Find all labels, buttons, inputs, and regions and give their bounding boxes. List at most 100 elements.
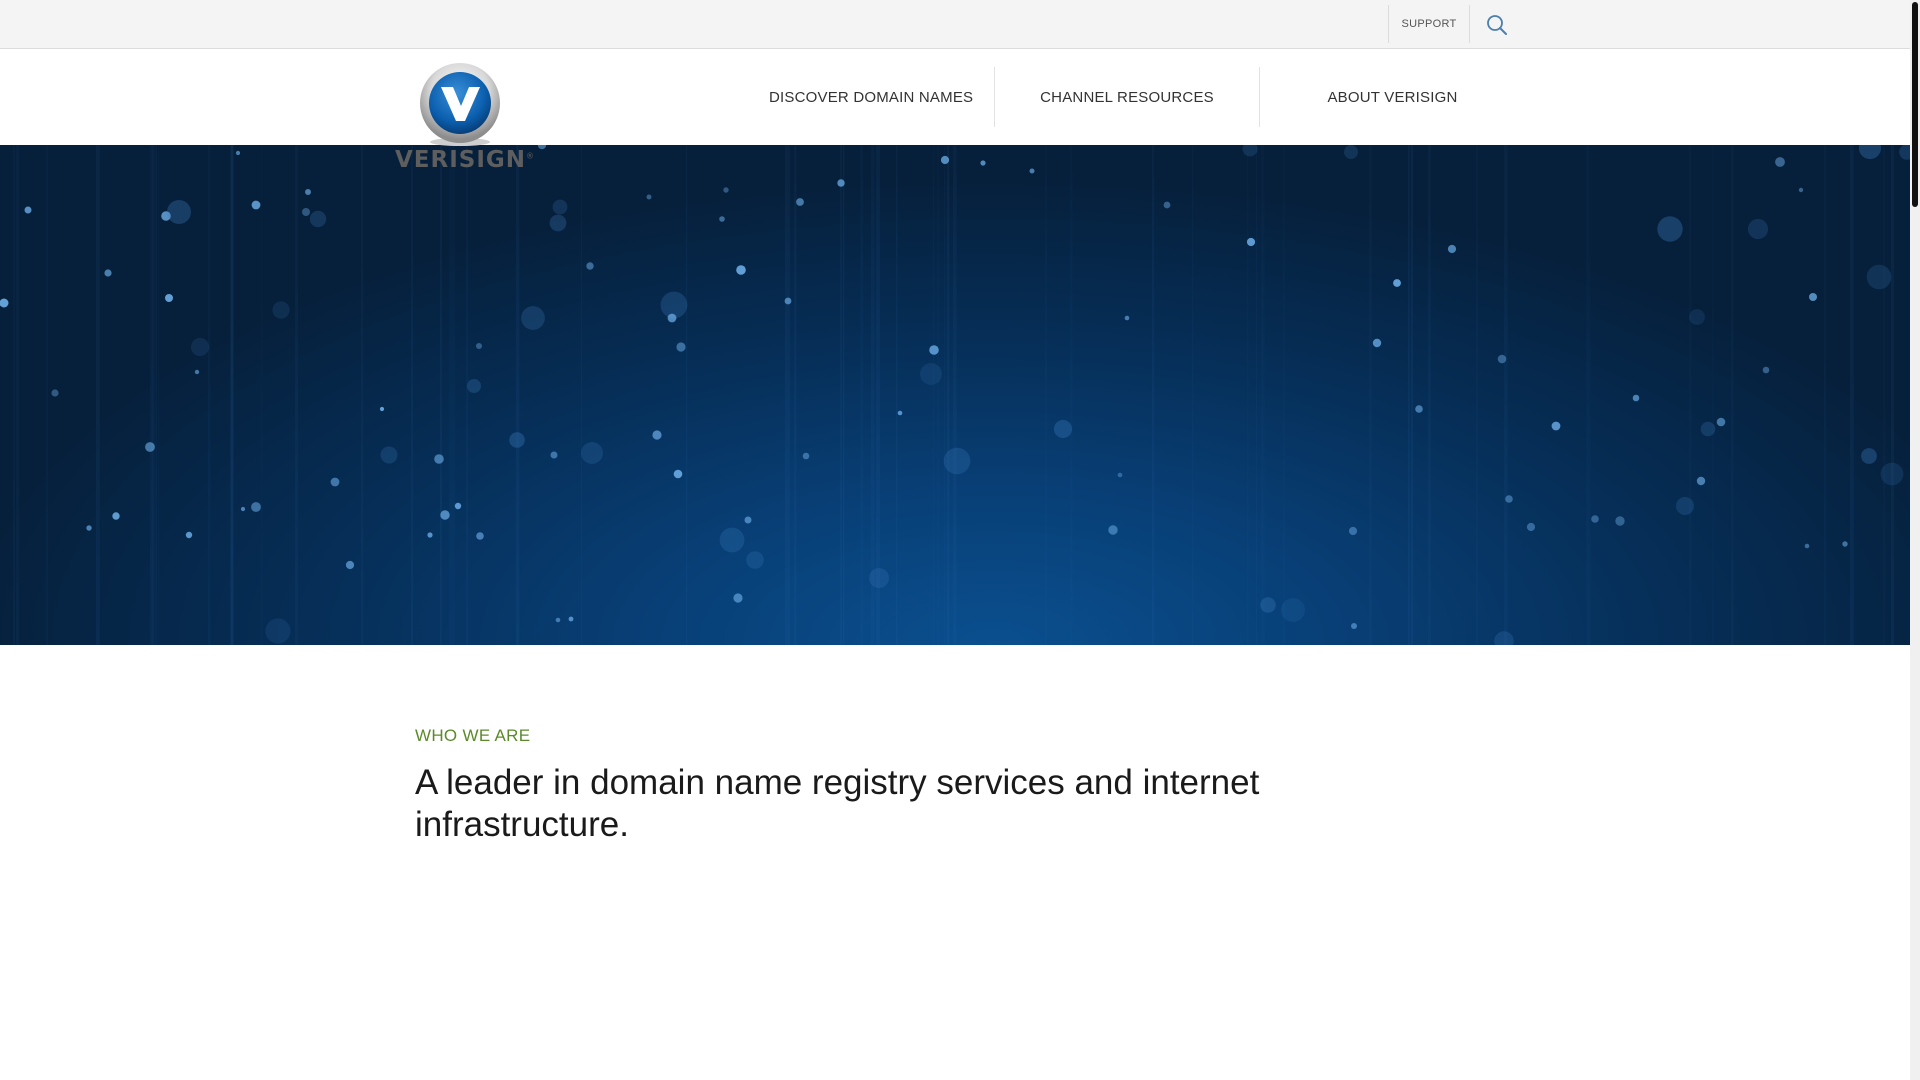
support-link[interactable]: SUPPORT [1388,5,1470,43]
hero-streak [449,145,452,645]
hero-streak [843,145,845,645]
hero-particle [1447,244,1457,254]
hero-particle [537,145,547,150]
hero-particle [1861,448,1877,464]
verisign-logo[interactable]: VERISIGN® [395,61,534,173]
logo-emblem [420,63,500,146]
hero-particle [272,301,290,319]
hero-particle [1494,631,1514,645]
hero-streak [1152,145,1155,645]
hero-particle [345,560,355,570]
hero-particle [427,532,433,538]
primary-nav: DISCOVER DOMAIN NAMES CHANNEL RESOURCES … [727,67,1525,127]
hero-particle [736,265,746,275]
hero-particle [802,452,810,460]
hero-particle [476,532,484,540]
hero-streak [686,145,688,645]
hero-streak [794,145,797,645]
hero-particle [1415,405,1423,413]
page-scrollbar[interactable] [1910,0,1920,1080]
hero-streak [158,145,160,645]
hero-particle [1372,338,1382,348]
hero-streak [156,145,158,645]
hero-streak [896,145,898,645]
hero-particle [897,410,903,416]
hero-particle [185,531,193,539]
hero-particle [940,155,950,165]
hero-particle [380,446,398,464]
hero-particle [784,297,792,305]
hero-streak [46,145,48,645]
hero-particle [1260,597,1276,613]
hero-particle [434,454,444,464]
hero-particle [1657,216,1683,242]
hero-streak [1824,145,1826,645]
nav-item-discover-domain-names[interactable]: DISCOVER DOMAIN NAMES [727,67,995,127]
hero-particle [1615,516,1625,526]
hero-streak [152,145,156,645]
hero-streak [1891,145,1894,645]
hero-particle [1798,187,1804,193]
hero-streak [1070,145,1073,645]
hero-particle [1716,417,1726,427]
hero-streak [1192,145,1194,645]
hero-particle [1775,157,1785,167]
hero-particle [1689,309,1705,325]
page: SUPPORT VERISIGN® DISCOVER DOMAIN NAMES … [0,0,1920,1080]
hero-particle [796,198,804,206]
hero-particle [1866,264,1892,290]
hero-particle [723,187,729,193]
hero-streak [440,145,442,645]
hero-particle [1676,497,1694,515]
hero-streak [466,145,469,645]
hero-particle [251,200,261,210]
hero-particle [1747,218,1769,240]
hero-particle [652,430,662,440]
hero-particle [509,432,525,448]
search-button[interactable] [1480,8,1514,42]
hero-particle [24,206,32,214]
hero-particle [1117,472,1123,478]
hero-particle-background [0,145,1910,645]
nav-item-channel-resources[interactable]: CHANNEL RESOURCES [995,67,1260,127]
hero-particle [145,442,155,452]
hero-streak [361,145,364,645]
hero-particle [86,525,92,531]
hero-streak [933,145,935,645]
hero-particle [330,477,340,487]
hero-particle [555,617,561,623]
hero-streak [295,145,299,645]
hero-particle [190,337,210,357]
hero-particle [1591,515,1599,523]
hero-streak [1883,145,1886,645]
scrollbar-thumb[interactable] [1912,2,1918,207]
hero-particle [251,502,261,512]
hero-particle [1344,145,1358,159]
hero-particle [454,502,462,510]
hero-particle [1163,201,1171,209]
hero-streak [1369,145,1372,645]
hero-particle [1842,541,1848,547]
hero-particle [379,406,385,412]
hero-particle [1497,354,1507,364]
hero-particle [1053,419,1073,439]
hero-particle [733,593,743,603]
hero-particle [1880,462,1904,486]
hero-streak [1587,145,1591,645]
section-headline: A leader in domain name registry service… [415,763,1260,844]
hero-particle [1393,279,1401,287]
hero-particle [1696,476,1706,486]
main-header: VERISIGN® DISCOVER DOMAIN NAMES CHANNEL … [0,49,1910,173]
hero-particle [552,199,568,215]
hero-particle [1348,526,1358,536]
hero-particle [1700,421,1716,437]
hero-particle [1124,315,1130,321]
nav-item-about-verisign[interactable]: ABOUT VERISIGN [1260,67,1525,127]
hero-streak [1408,145,1410,645]
hero-streak [1731,145,1734,645]
hero-streak [1504,145,1508,645]
hero-streak [953,145,957,645]
hero-particle [550,451,558,459]
hero-streak [861,145,864,645]
hero-streak [1476,145,1479,645]
